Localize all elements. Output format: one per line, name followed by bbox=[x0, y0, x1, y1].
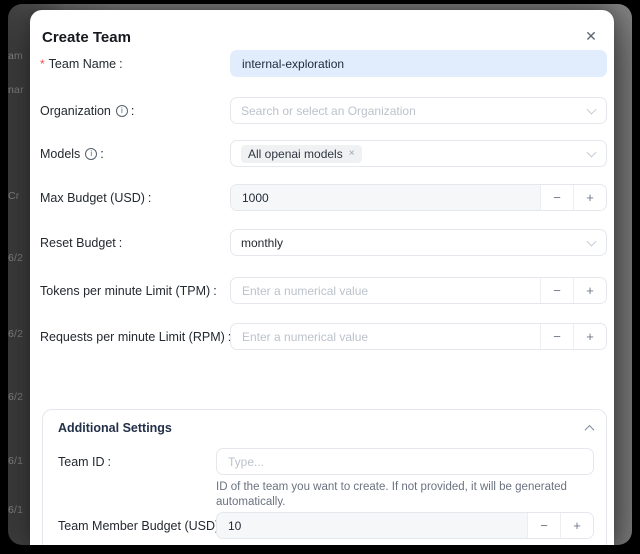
field-row-models: Models i : All openai models × bbox=[40, 140, 607, 167]
field-row-organization: Organization i : Search or select an Org… bbox=[40, 97, 607, 124]
organization-label: Organization i : bbox=[40, 97, 134, 124]
reset-budget-label: Reset Budget : bbox=[40, 229, 122, 256]
screen: am nar Cr 6/2 6/2 6/2 6/1 6/1 Create Tea… bbox=[0, 0, 640, 554]
increment-button[interactable]: + bbox=[573, 278, 606, 303]
chevron-down-icon bbox=[587, 147, 597, 157]
team-member-budget-label-text: Team Member Budget (USD) bbox=[58, 519, 219, 533]
background-text-fragment: nar bbox=[8, 84, 24, 96]
organization-label-text: Organization bbox=[40, 104, 111, 118]
models-label: Models i : bbox=[40, 140, 104, 167]
field-row-reset-budget: Reset Budget : monthly bbox=[40, 229, 607, 256]
field-row-max-budget: Max Budget (USD) : − + bbox=[40, 184, 607, 211]
background-text-fragment: am bbox=[8, 50, 23, 62]
label-colon: : bbox=[213, 284, 216, 298]
modal-title: Create Team bbox=[42, 29, 131, 46]
team-member-budget-stepper: − + bbox=[216, 512, 594, 539]
rpm-stepper: − + bbox=[230, 323, 607, 350]
team-id-label-text: Team ID bbox=[58, 455, 105, 469]
organization-placeholder: Search or select an Organization bbox=[241, 104, 416, 118]
required-mark: * bbox=[40, 57, 45, 71]
decrement-button[interactable]: − bbox=[527, 513, 560, 538]
decrement-button[interactable]: − bbox=[540, 185, 573, 210]
team-name-input[interactable] bbox=[230, 50, 607, 77]
team-id-label: Team ID : bbox=[58, 448, 111, 475]
max-budget-label: Max Budget (USD) : bbox=[40, 184, 151, 211]
max-budget-input[interactable] bbox=[231, 185, 540, 210]
team-member-budget-label: Team Member Budget (USD) ? : bbox=[58, 512, 243, 539]
create-team-modal: Create Team ✕ * Team Name : Organization… bbox=[30, 10, 614, 545]
background-text-fragment: 6/2 bbox=[8, 328, 23, 340]
decrement-button[interactable]: − bbox=[540, 324, 573, 349]
max-budget-stepper: − + bbox=[230, 184, 607, 211]
label-colon: : bbox=[119, 236, 122, 250]
tpm-label: Tokens per minute Limit (TPM) : bbox=[40, 277, 217, 304]
team-name-label-text: Team Name bbox=[49, 57, 116, 71]
field-row-rpm: Requests per minute Limit (RPM) : − + bbox=[40, 323, 607, 350]
background-text-fragment: 6/2 bbox=[8, 391, 23, 403]
reset-budget-value: monthly bbox=[241, 236, 283, 250]
team-id-input[interactable] bbox=[216, 448, 594, 475]
increment-button[interactable]: + bbox=[573, 185, 606, 210]
tpm-label-text: Tokens per minute Limit (TPM) bbox=[40, 284, 210, 298]
label-colon: : bbox=[148, 191, 151, 205]
tpm-stepper: − + bbox=[230, 277, 607, 304]
background-text-fragment: 6/2 bbox=[8, 252, 23, 264]
model-tag: All openai models × bbox=[241, 145, 362, 163]
additional-settings-toggle[interactable]: Additional Settings bbox=[58, 418, 593, 438]
background-text-fragment: 6/1 bbox=[8, 455, 23, 467]
label-colon: : bbox=[108, 455, 111, 469]
team-name-label: * Team Name : bbox=[40, 50, 123, 77]
info-icon[interactable]: i bbox=[85, 148, 97, 160]
organization-select[interactable]: Search or select an Organization bbox=[230, 97, 607, 124]
chevron-up-icon bbox=[585, 424, 595, 434]
reset-budget-select[interactable]: monthly bbox=[230, 229, 607, 256]
model-tag-text: All openai models bbox=[248, 148, 343, 160]
background-text-fragment: 6/1 bbox=[8, 504, 23, 516]
increment-button[interactable]: + bbox=[573, 324, 606, 349]
background-text-fragment: Cr bbox=[8, 190, 19, 202]
chevron-down-icon bbox=[587, 236, 597, 246]
additional-settings-panel: Additional Settings Team ID : ID of the … bbox=[42, 409, 607, 545]
close-icon[interactable]: ✕ bbox=[581, 26, 601, 46]
team-id-help-text: ID of the team you want to create. If no… bbox=[216, 480, 594, 510]
additional-settings-title: Additional Settings bbox=[58, 421, 172, 435]
decrement-button[interactable]: − bbox=[540, 278, 573, 303]
info-icon[interactable]: i bbox=[116, 105, 128, 117]
models-label-text: Models bbox=[40, 147, 80, 161]
field-row-team-name: * Team Name : bbox=[40, 50, 607, 77]
label-colon: : bbox=[100, 147, 103, 161]
chevron-down-icon bbox=[587, 104, 597, 114]
field-row-tpm: Tokens per minute Limit (TPM) : − + bbox=[40, 277, 607, 304]
tpm-input[interactable] bbox=[231, 278, 540, 303]
models-select[interactable]: All openai models × bbox=[230, 140, 607, 167]
team-member-budget-input[interactable] bbox=[217, 513, 527, 538]
label-colon: : bbox=[131, 104, 134, 118]
reset-budget-label-text: Reset Budget bbox=[40, 236, 116, 250]
rpm-label-text: Requests per minute Limit (RPM) bbox=[40, 330, 225, 344]
field-row-team-member-budget: Team Member Budget (USD) ? : − + bbox=[58, 512, 594, 539]
rpm-label: Requests per minute Limit (RPM) : bbox=[40, 323, 231, 350]
increment-button[interactable]: + bbox=[560, 513, 593, 538]
label-colon: : bbox=[119, 57, 122, 71]
field-row-team-id: Team ID : bbox=[58, 448, 594, 475]
rpm-input[interactable] bbox=[231, 324, 540, 349]
max-budget-label-text: Max Budget (USD) bbox=[40, 191, 145, 205]
tag-remove-icon[interactable]: × bbox=[349, 149, 355, 159]
